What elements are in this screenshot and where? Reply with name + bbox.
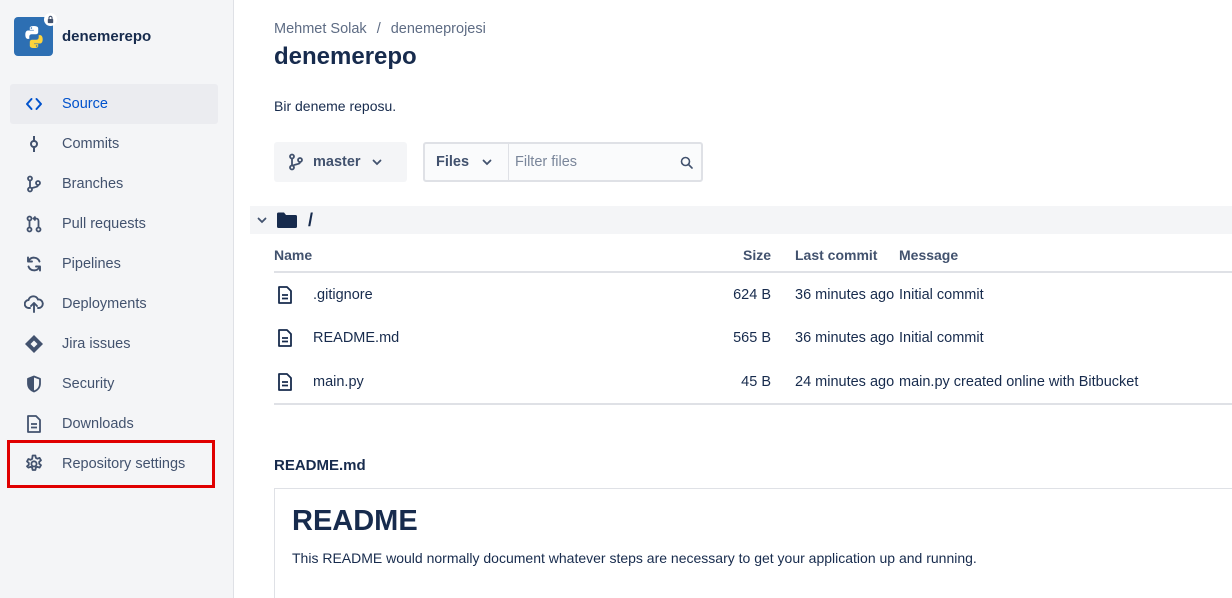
chevron-down-icon [481, 156, 493, 168]
file-icon [277, 372, 293, 391]
file-last-commit[interactable]: 36 minutes ago [771, 272, 899, 316]
branch-selector[interactable]: master [274, 142, 407, 182]
file-filter: Files [423, 142, 703, 182]
breadcrumb-project[interactable]: denemeprojesi [391, 21, 486, 37]
sidebar-item-label: Source [62, 96, 108, 112]
branch-label: master [313, 154, 361, 170]
file-table: Name Size Last commit Message .gitignore… [274, 238, 1232, 405]
search-icon[interactable] [680, 156, 693, 169]
column-header-message[interactable]: Message [899, 238, 1232, 273]
page-title: denemerepo [274, 43, 417, 70]
chevron-down-icon[interactable] [256, 214, 268, 226]
directory-path: / [308, 209, 314, 230]
document-icon [22, 412, 46, 436]
file-link[interactable]: README.md [313, 330, 399, 346]
sidebar-item-label: Commits [62, 136, 120, 152]
sidebar-item-branches[interactable]: Branches [10, 164, 218, 204]
sidebar-nav: Source Commits Branches Pull requests Pi… [10, 84, 218, 484]
file-icon [277, 329, 293, 347]
highlight-annotation [7, 440, 215, 488]
sidebar-item-security[interactable]: Security [10, 364, 218, 404]
repo-description: Bir deneme reposu. [274, 98, 397, 114]
sidebar: denemerepo Source Commits Branches Pull … [0, 0, 234, 598]
file-commit-message[interactable]: Initial commit [899, 272, 1232, 316]
file-size: 45 B [694, 360, 771, 405]
sidebar-item-label: Pipelines [62, 256, 121, 272]
table-row[interactable]: README.md 565 B 36 minutes ago Initial c… [274, 316, 1232, 360]
breadcrumb-workspace[interactable]: Mehmet Solak [274, 21, 367, 37]
file-icon [277, 285, 293, 304]
file-size: 565 B [733, 330, 771, 346]
jira-icon [22, 332, 46, 356]
readme-text: This README would normally document what… [292, 550, 977, 566]
commit-icon [22, 132, 46, 156]
cloud-upload-icon [22, 292, 46, 316]
shield-icon [22, 372, 46, 396]
column-header-name[interactable]: Name [274, 238, 694, 273]
readme-filename: README.md [274, 457, 366, 474]
sidebar-item-label: Branches [62, 176, 124, 192]
sidebar-item-label: Security [62, 376, 115, 392]
files-select-label: Files [436, 154, 470, 170]
breadcrumb: Mehmet Solak / denemeprojesi [274, 21, 486, 37]
file-commit-message[interactable]: Initial commit [899, 316, 1232, 360]
sidebar-item-pipelines[interactable]: Pipelines [10, 244, 218, 284]
sidebar-item-label: Downloads [62, 416, 134, 432]
sidebar-item-source[interactable]: Source [10, 84, 218, 124]
main-content: Mehmet Solak / denemeprojesi denemerepo Bi… [234, 0, 1232, 598]
files-select[interactable]: Files [425, 144, 509, 180]
filter-files-input[interactable] [515, 154, 675, 170]
sidebar-item-jira-issues[interactable]: Jira issues [10, 324, 218, 364]
pipelines-icon [22, 252, 46, 276]
file-link[interactable]: main.py [313, 374, 364, 390]
readme-title: README [292, 505, 418, 537]
table-header-row: Name Size Last commit Message [274, 238, 1232, 273]
sidebar-item-deployments[interactable]: Deployments [10, 284, 218, 324]
file-commit-message[interactable]: main.py created online with Bitbucket [899, 360, 1232, 405]
directory-bar: / [250, 206, 1232, 234]
readme-panel: README This README would normally docume… [274, 488, 1232, 598]
file-link[interactable]: .gitignore [313, 287, 373, 303]
code-icon [22, 92, 46, 116]
file-last-commit[interactable]: 24 minutes ago [771, 360, 899, 405]
table-row[interactable]: main.py 45 B 24 minutes ago main.py crea… [274, 360, 1232, 405]
python-logo-icon [14, 13, 57, 56]
column-header-size[interactable]: Size [694, 238, 771, 273]
folder-icon [276, 211, 298, 229]
sidebar-item-pull-requests[interactable]: Pull requests [10, 204, 218, 244]
sidebar-item-label: Pull requests [62, 216, 146, 232]
breadcrumb-separator: / [376, 21, 381, 37]
branch-icon [288, 153, 304, 171]
file-last-commit[interactable]: 36 minutes ago [771, 316, 899, 360]
sidebar-item-commits[interactable]: Commits [10, 124, 218, 164]
pull-request-icon [22, 212, 46, 236]
column-header-last-commit[interactable]: Last commit [771, 238, 899, 273]
chevron-down-icon [371, 156, 383, 168]
sidebar-item-downloads[interactable]: Downloads [10, 404, 218, 444]
sidebar-item-label: Deployments [62, 296, 147, 312]
lock-icon [44, 13, 57, 26]
file-size: 624 B [733, 286, 771, 303]
repo-name[interactable]: denemerepo [62, 28, 151, 45]
sidebar-item-label: Jira issues [62, 336, 131, 352]
repo-header[interactable]: denemerepo [14, 13, 151, 56]
branch-icon [22, 172, 46, 196]
table-row[interactable]: .gitignore 624 B 36 minutes ago Initial … [274, 272, 1232, 316]
